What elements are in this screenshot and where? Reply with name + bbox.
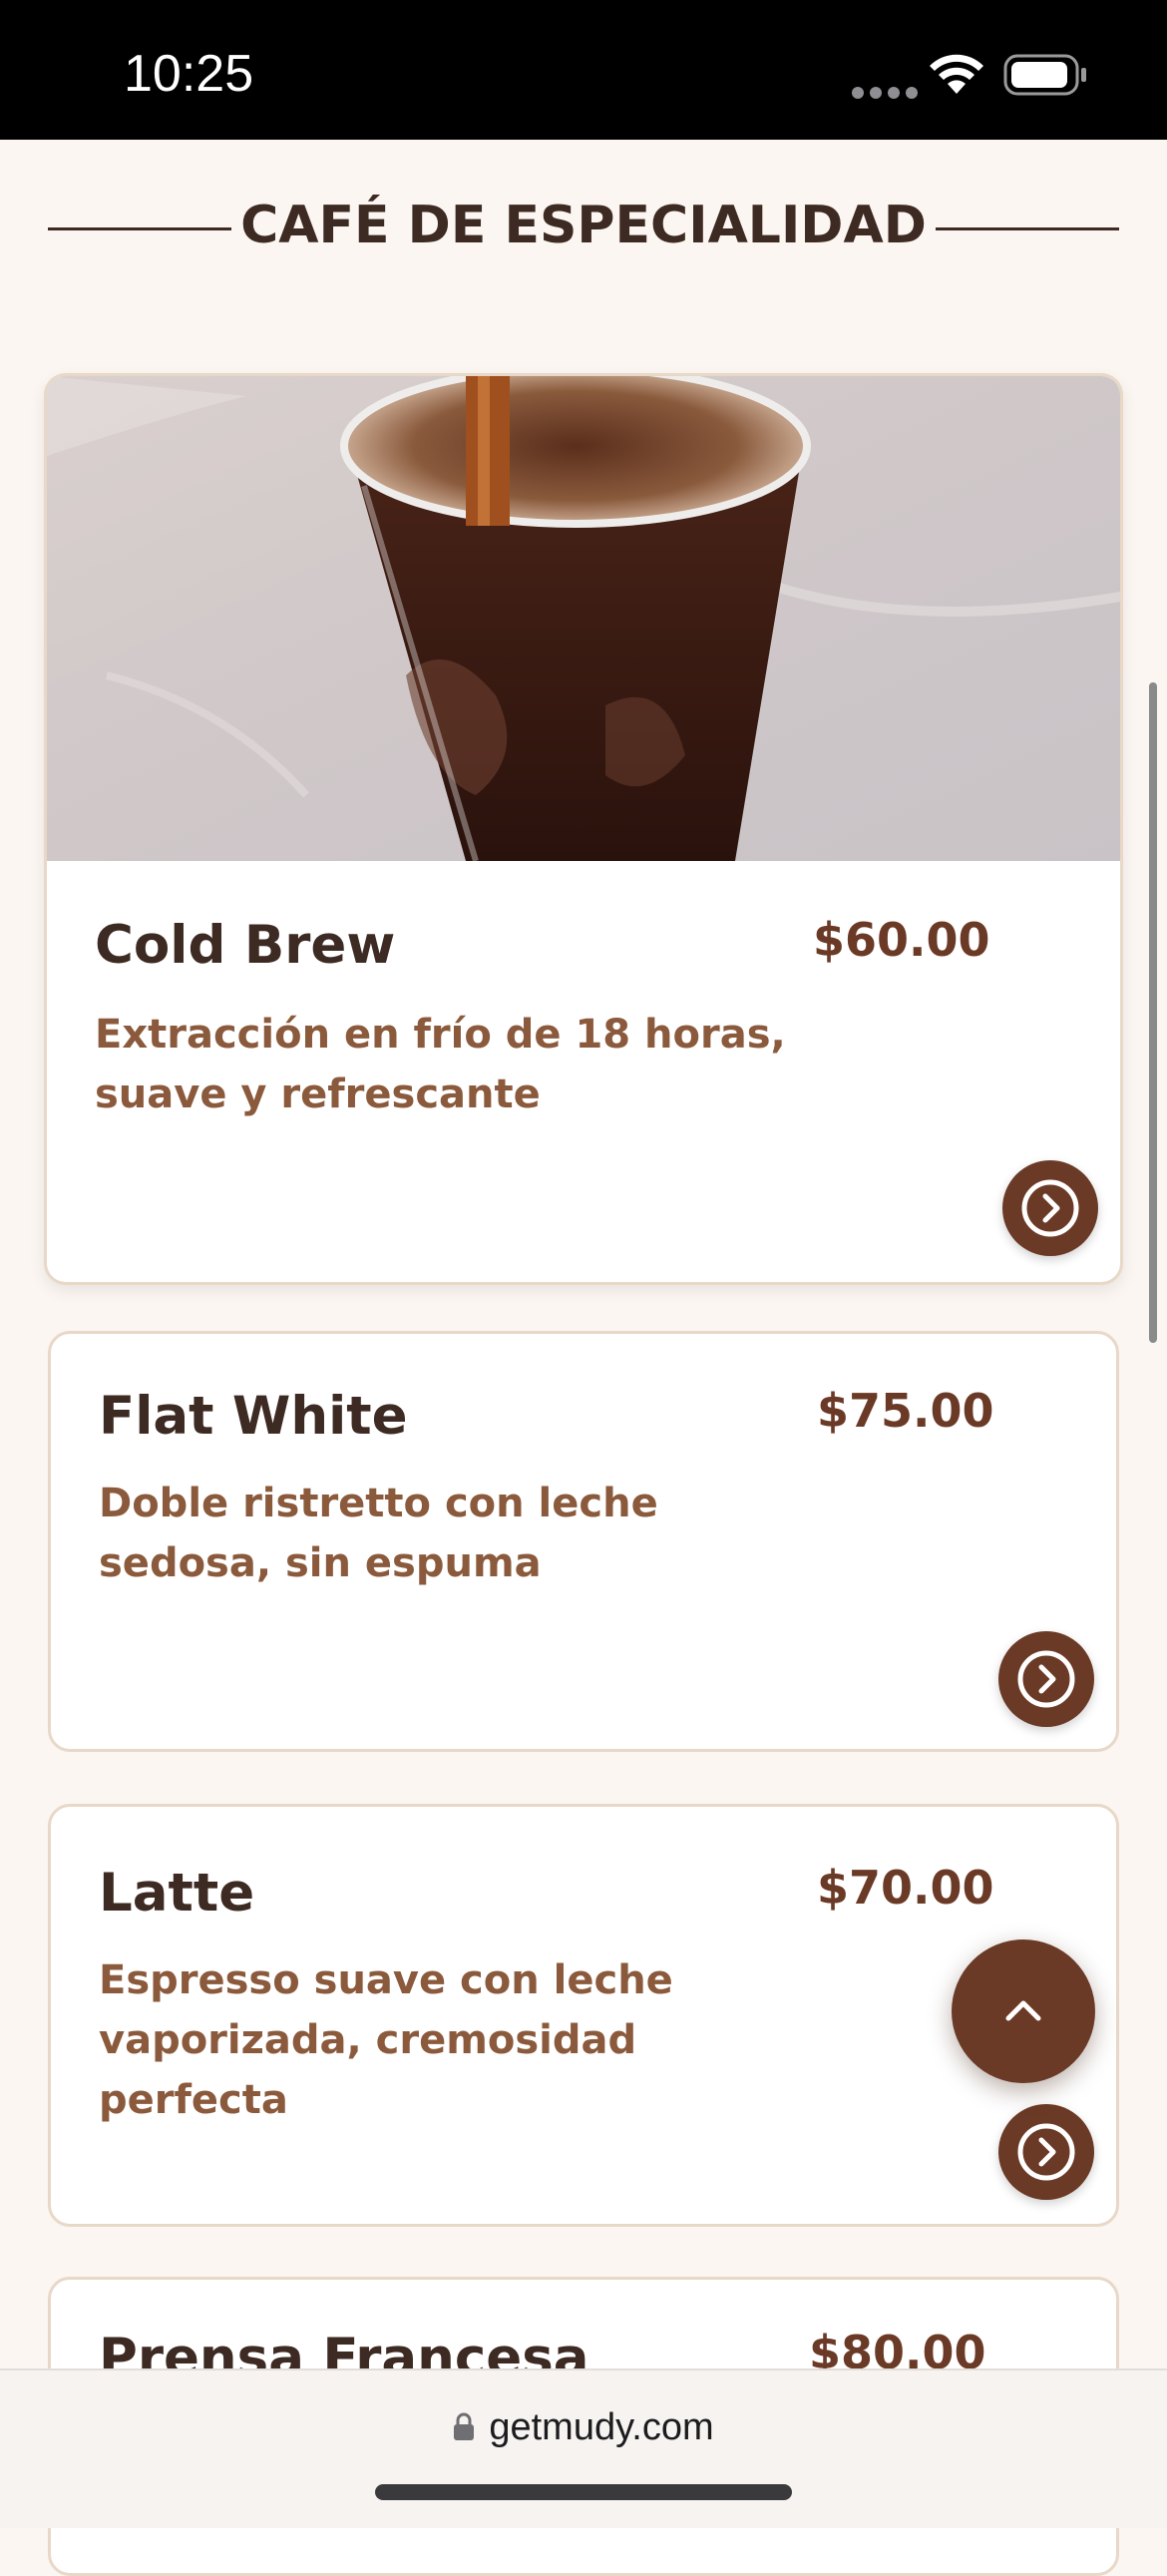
- view-details-button[interactable]: [998, 2104, 1094, 2200]
- scrollbar[interactable]: [1149, 682, 1157, 1343]
- menu-item-card[interactable]: Flat White $75.00 Doble ristretto con le…: [48, 1331, 1119, 1752]
- section-title: CAFÉ DE ESPECIALIDAD: [240, 196, 927, 255]
- section-header: CAFÉ DE ESPECIALIDAD: [0, 140, 1167, 319]
- scroll-to-top-button[interactable]: [952, 1939, 1095, 2083]
- view-details-button[interactable]: [998, 1631, 1094, 1727]
- wifi-icon: [930, 54, 983, 94]
- item-price: $70.00: [817, 1861, 994, 1915]
- battery-icon: [1003, 54, 1086, 96]
- item-name: Latte: [99, 1863, 255, 1924]
- item-name: Flat White: [99, 1386, 408, 1447]
- view-details-button[interactable]: [1002, 1160, 1098, 1256]
- chevron-right-circle-icon: [1017, 2123, 1075, 2181]
- status-bar: 10:25: [0, 0, 1167, 140]
- item-price: $75.00: [817, 1384, 994, 1438]
- chevron-right-circle-icon: [1021, 1179, 1079, 1237]
- item-description: Extracción en frío de 18 horas, suave y …: [95, 1012, 786, 1117]
- chevron-right-circle-icon: [1017, 1650, 1075, 1708]
- divider-line-right: [936, 227, 1119, 230]
- url-display[interactable]: getmudy.com: [0, 2406, 1167, 2449]
- item-description: Espresso suave con leche vaporizada, cre…: [99, 1957, 673, 2123]
- cellular-signal-icon: [852, 84, 924, 103]
- item-name: Cold Brew: [95, 915, 396, 976]
- browser-address-bar[interactable]: getmudy.com: [0, 2368, 1167, 2528]
- menu-item-card[interactable]: Cold Brew $60.00 Extracción en frío de 1…: [44, 373, 1123, 1285]
- status-time: 10:25: [124, 45, 254, 103]
- lock-icon: [454, 2412, 475, 2440]
- url-text: getmudy.com: [489, 2406, 714, 2448]
- cold-brew-image: [47, 376, 1120, 861]
- chevron-up-icon: [1005, 2000, 1041, 2021]
- item-description: Doble ristretto con leche sedosa, sin es…: [99, 1481, 658, 1586]
- home-indicator: [375, 2484, 792, 2500]
- item-price: $60.00: [813, 913, 990, 967]
